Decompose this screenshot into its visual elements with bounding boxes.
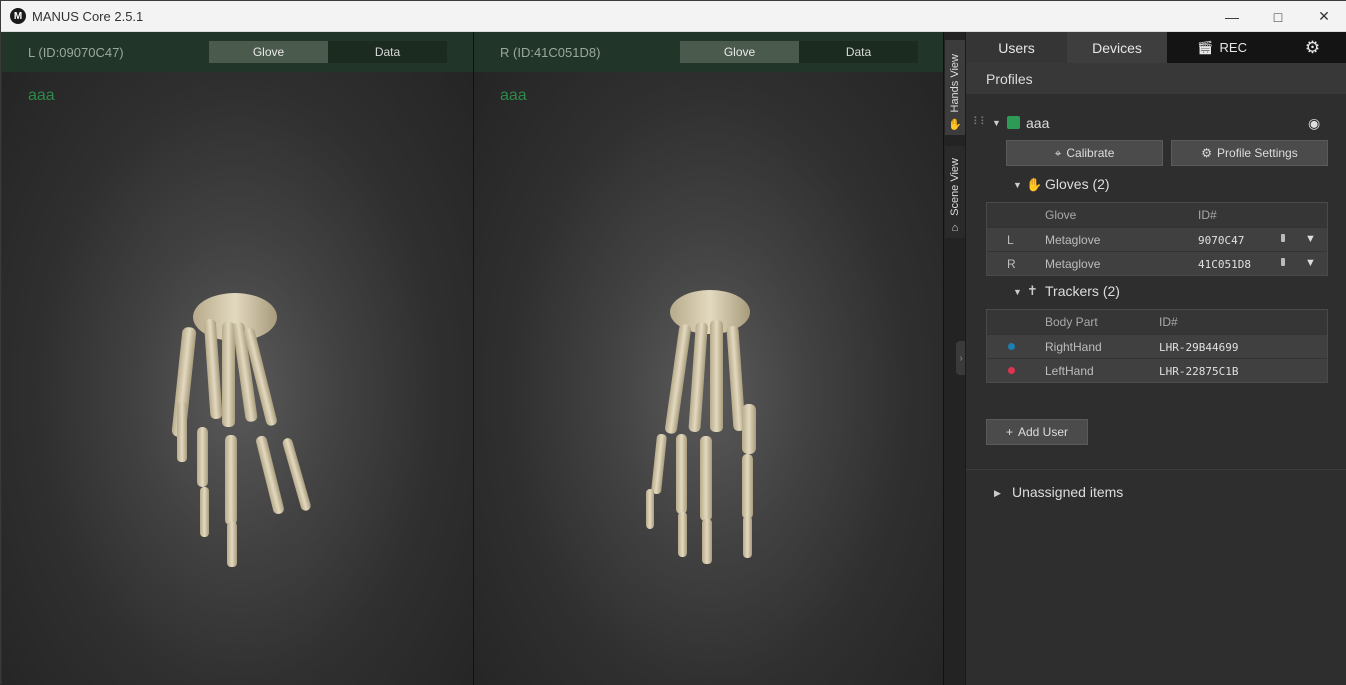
left-hand-skeleton	[171, 293, 311, 567]
app-window: M MANUS Core 2.5.1 — □ ✕ L (ID:09070C47)…	[0, 0, 1346, 685]
battery-icon	[1281, 258, 1285, 266]
right-hand-view[interactable]: R (ID:41C051D8) Glove Data aaa	[474, 32, 943, 685]
calibrate-label: Calibrate	[1066, 146, 1115, 160]
trackers-table: Body Part ID# RightHand LHR-29B44699 Lef…	[986, 309, 1328, 383]
profile-settings-label: Profile Settings	[1217, 146, 1298, 160]
wifi-signal-icon: ▼	[1305, 257, 1316, 269]
left-pane-header: L (ID:09070C47) Glove Data	[2, 32, 473, 72]
left-pane-user-name: aaa	[28, 87, 55, 104]
plus-icon: +	[1005, 425, 1013, 439]
trackers-expand-caret-icon[interactable]: ▼	[1013, 287, 1022, 297]
trackers-title: Trackers (2)	[1045, 283, 1120, 299]
glove-name: Metaglove	[1045, 233, 1101, 247]
right-panel: Users Devices 🎬︎ REC ⚙ Profiles ⠇⠇ ▼ aaa…	[965, 32, 1346, 685]
window-title: MANUS Core 2.5.1	[32, 8, 144, 24]
tab-devices[interactable]: Devices	[1067, 32, 1167, 63]
table-row[interactable]: R Metaglove 41C051D8 ▼	[987, 251, 1327, 275]
profiles-title: Profiles	[986, 71, 1033, 87]
tracker-color-dot	[1008, 343, 1015, 350]
drag-handle-icon[interactable]: ⠇⠇	[973, 115, 988, 128]
rec-label: REC	[1219, 40, 1247, 55]
table-row[interactable]: RightHand LHR-29B44699	[987, 334, 1327, 358]
tab-scene-view[interactable]: Scene View ⌂	[945, 146, 965, 238]
body-tracker-icon: ✝	[1027, 283, 1038, 298]
left-view-toggle: Glove Data	[209, 41, 447, 63]
tab-hands-view[interactable]: Hands View ✋	[945, 40, 965, 135]
gloves-title: Gloves (2)	[1045, 176, 1110, 192]
left-data-tab[interactable]: Data	[328, 41, 447, 63]
gloves-table: Glove ID# L Metaglove 9070C47 ▼ R Metagl…	[986, 202, 1328, 276]
wifi-signal-icon: ▼	[1305, 233, 1316, 245]
right-view-toggle: Glove Data	[680, 41, 918, 63]
minimize-icon[interactable]: —	[1209, 1, 1255, 32]
right-pane-header: R (ID:41C051D8) Glove Data	[474, 32, 943, 72]
left-glove-id: L (ID:09070C47)	[28, 45, 124, 60]
right-glove-tab[interactable]: Glove	[680, 41, 799, 63]
manus-logo-icon: M	[10, 8, 26, 24]
clapperboard-icon: 🎬︎	[1197, 39, 1214, 55]
glove-id-column-header: ID#	[1198, 208, 1217, 222]
left-hand-view[interactable]: L (ID:09070C47) Glove Data aaa	[2, 32, 473, 685]
unassigned-expand-caret-icon[interactable]: ▶	[994, 488, 1001, 499]
user-name: aaa	[1026, 115, 1050, 131]
tab-users[interactable]: Users	[966, 32, 1067, 63]
user-expand-caret-icon[interactable]: ▼	[992, 118, 1001, 128]
tracker-id-column-header: ID#	[1159, 315, 1178, 329]
glove-column-header: Glove	[1045, 208, 1077, 222]
hand-icon: ✋	[948, 119, 962, 131]
gear-icon: ⚙	[1201, 146, 1213, 160]
maximize-icon[interactable]: □	[1255, 1, 1301, 32]
body-part-column-header: Body Part	[1045, 315, 1098, 329]
profile-settings-button[interactable]: ⚙ Profile Settings	[1171, 140, 1328, 166]
user-profile-row[interactable]: ⠇⠇ ▼ aaa ◉	[966, 112, 1346, 134]
user-avatar-icon	[1007, 116, 1020, 129]
add-user-label: Add User	[1017, 425, 1069, 439]
battery-icon	[1281, 234, 1285, 242]
title-bar: M MANUS Core 2.5.1 — □ ✕	[1, 1, 1346, 32]
calibrate-button[interactable]: ⌖ Calibrate	[1006, 140, 1163, 166]
hands-view-label: Hands View	[949, 53, 961, 113]
left-glove-tab[interactable]: Glove	[209, 41, 328, 63]
profiles-header: Profiles	[966, 63, 1346, 94]
right-glove-id: R (ID:41C051D8)	[500, 45, 601, 60]
eye-icon[interactable]: ◉	[1308, 115, 1320, 132]
glove-hand-icon: ✋	[1026, 177, 1043, 192]
settings-gear-icon[interactable]: ⚙	[1277, 32, 1346, 63]
tracker-id: LHR-22875C1B	[1159, 365, 1239, 378]
rec-button[interactable]: 🎬︎ REC	[1167, 32, 1277, 63]
tracker-body-part: LeftHand	[1045, 364, 1094, 378]
trackers-table-header: Body Part ID#	[987, 310, 1327, 334]
glove-id: 41C051D8	[1198, 258, 1251, 271]
tracker-id: LHR-29B44699	[1159, 341, 1239, 354]
top-nav: Users Devices 🎬︎ REC ⚙	[966, 32, 1346, 63]
glove-side: L	[1007, 233, 1014, 247]
section-divider	[966, 469, 1346, 470]
glove-name: Metaglove	[1045, 257, 1101, 271]
glove-side: R	[1007, 257, 1016, 271]
table-row[interactable]: L Metaglove 9070C47 ▼	[987, 227, 1327, 251]
right-hand-skeleton	[646, 290, 756, 564]
right-pane-user-name: aaa	[500, 87, 527, 104]
tracker-color-dot	[1008, 367, 1015, 374]
crosshair-icon: ⌖	[1054, 145, 1062, 160]
scene-icon: ⌂	[951, 222, 959, 234]
glove-id: 9070C47	[1198, 234, 1245, 247]
gloves-expand-caret-icon[interactable]: ▼	[1013, 180, 1022, 190]
table-row[interactable]: LeftHand LHR-22875C1B	[987, 358, 1327, 382]
unassigned-items[interactable]: Unassigned items	[1012, 484, 1123, 500]
scene-view-label: Scene View	[949, 158, 961, 216]
window-controls: — □ ✕	[1209, 1, 1346, 32]
add-user-button[interactable]: + Add User	[986, 419, 1088, 445]
right-data-tab[interactable]: Data	[799, 41, 918, 63]
close-icon[interactable]: ✕	[1301, 1, 1346, 32]
gloves-table-header: Glove ID#	[987, 203, 1327, 227]
tracker-body-part: RightHand	[1045, 340, 1102, 354]
